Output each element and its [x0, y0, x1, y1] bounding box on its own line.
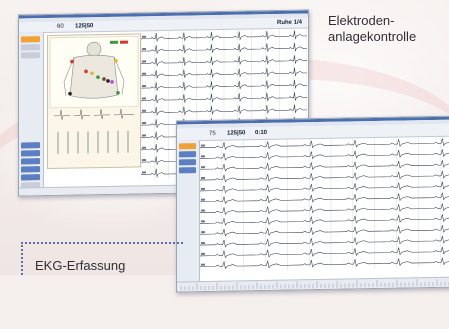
record-time: 0:10: [255, 129, 268, 137]
ecg-lead-trace: [200, 192, 449, 205]
sidebar-button[interactable]: [21, 52, 40, 59]
heart-rate-value: 60: [57, 23, 64, 30]
sidebar-button[interactable]: [179, 167, 196, 174]
heart-rate-value: 75: [209, 130, 216, 137]
gain-speed-value: 125|50: [75, 23, 94, 30]
timeline-ruler: [180, 278, 449, 291]
sidebar-button[interactable]: [21, 150, 40, 157]
torso-figure: [49, 36, 139, 154]
sidebar: [177, 140, 200, 292]
sidebar: [19, 32, 44, 196]
ecg-lead-trace: [200, 149, 449, 161]
timeline-strip: [177, 276, 449, 292]
lead-marker: [142, 109, 146, 112]
lead-marker: [201, 155, 205, 158]
lead-marker: [201, 263, 205, 266]
lead-marker: [142, 146, 146, 149]
sidebar-button[interactable]: [21, 174, 40, 181]
lead-marker: [142, 48, 146, 51]
lead-marker: [142, 35, 146, 38]
electrode-check-label-line1: Elektroden-: [328, 13, 395, 28]
lead-marker: [201, 209, 205, 212]
ecg-lead-trace: [200, 225, 449, 237]
ecg-lead-trace: [200, 160, 449, 172]
ecg-lead-trace: [200, 235, 449, 248]
lead-marker: [142, 134, 146, 137]
lead-marker: [142, 159, 146, 162]
ecg-lead-trace: [200, 203, 449, 215]
screen-ecg-capture: 75 125|50 0:10: [176, 115, 449, 293]
sidebar-button[interactable]: [21, 158, 40, 165]
ecg-lead-trace: [200, 214, 449, 226]
gain-speed-value: 125|50: [227, 130, 246, 137]
callout-line-vertical: [21, 242, 23, 275]
sidebar-button-active[interactable]: [179, 143, 196, 150]
ecg-lead-trace: [200, 181, 449, 194]
ecg-lead-trace: [200, 257, 449, 270]
ecg-lead-trace: [200, 246, 449, 259]
mode-label: Ruhe 1/4: [276, 19, 302, 27]
sidebar-button[interactable]: [21, 44, 40, 51]
lead-marker: [201, 220, 205, 223]
sidebar-button[interactable]: [21, 142, 40, 149]
sidebar-button-active[interactable]: [21, 36, 40, 43]
electrode-check-label-line2: anlagekontrolle: [328, 29, 417, 44]
lead-marker: [201, 144, 205, 147]
lead-marker: [142, 85, 146, 88]
ecg-lead-trace: [200, 170, 449, 183]
electrode-body-diagram: [47, 33, 141, 170]
ecg-lead-trace: [200, 138, 449, 150]
sidebar-button[interactable]: [179, 151, 196, 158]
sidebar-button[interactable]: [21, 166, 40, 173]
lead-marker: [142, 72, 146, 75]
ecg-trace-grid: [200, 136, 449, 272]
lead-marker: [201, 187, 205, 190]
lead-marker: [201, 241, 205, 245]
electrode-check-label: Elektroden- anlagekontrolle: [328, 13, 416, 45]
lead-marker: [201, 166, 205, 169]
lead-marker: [142, 60, 146, 63]
sidebar-button[interactable]: [179, 159, 196, 166]
ecg-capture-label: EKG-Erfassung: [35, 258, 126, 273]
lead-marker: [142, 122, 146, 125]
lead-marker: [201, 252, 205, 255]
lead-marker: [142, 171, 146, 174]
lead-marker: [201, 231, 205, 234]
lead-marker: [201, 176, 205, 180]
callout-line: [21, 242, 183, 244]
lead-marker: [201, 198, 205, 201]
lead-marker: [142, 97, 146, 100]
